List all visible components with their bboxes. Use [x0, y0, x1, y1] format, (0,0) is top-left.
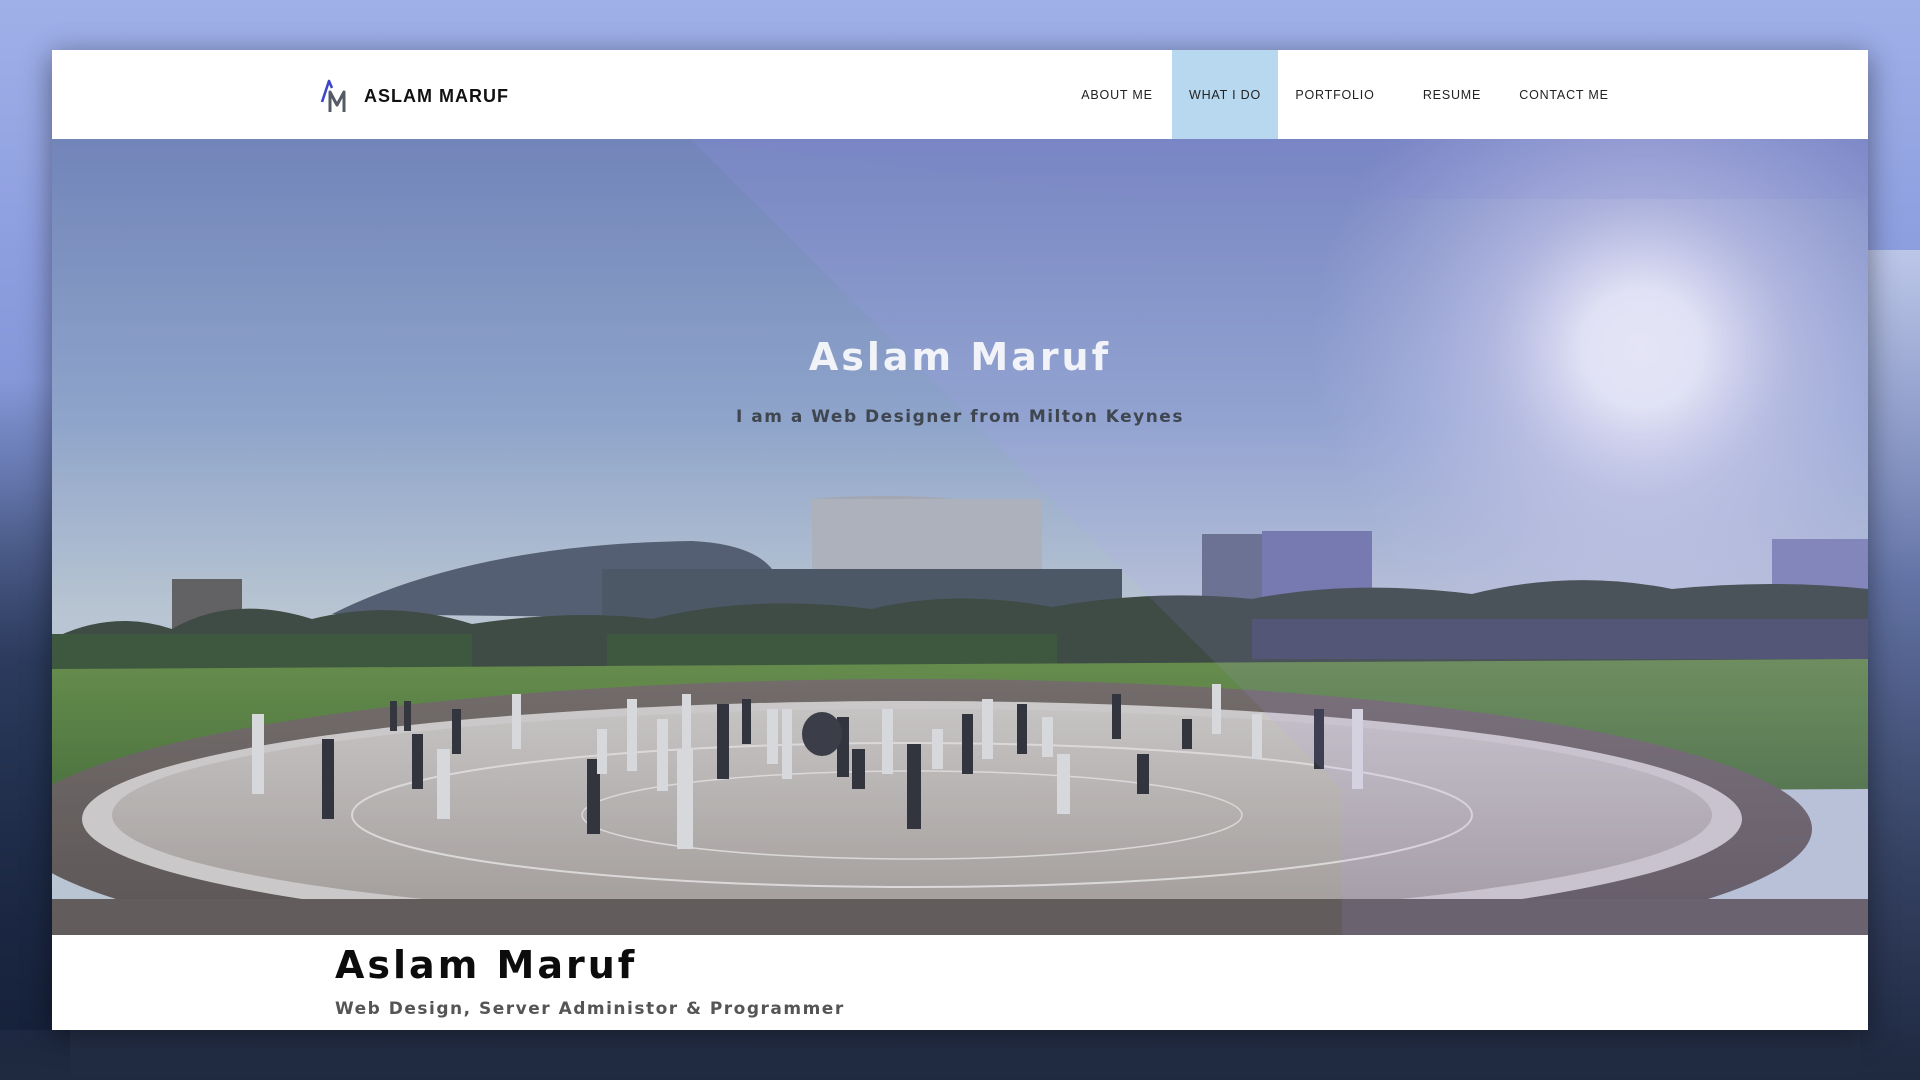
intro-role: Web Design, Server Administor & Programm… — [335, 999, 845, 1019]
nav-what-i-do[interactable]: WHAT I DO — [1172, 50, 1278, 139]
nav-portfolio[interactable]: PORTFOLIO — [1278, 50, 1392, 139]
nav-contact-me[interactable]: CONTACT ME — [1512, 50, 1616, 139]
nav-resume[interactable]: RESUME — [1392, 50, 1512, 139]
browser-page: ASLAM MARUF ABOUT ME WHAT I DO PORTFOLIO… — [52, 50, 1868, 1030]
main-nav: ABOUT ME WHAT I DO PORTFOLIO RESUME CONT… — [1062, 50, 1616, 139]
brand-name: ASLAM MARUF — [364, 85, 509, 106]
intro-strip: Aslam Maruf Web Design, Server Administo… — [52, 935, 1868, 1030]
brand[interactable]: ASLAM MARUF — [320, 78, 509, 114]
background-right-blur — [1860, 250, 1920, 1080]
hero-banner: Aslam Maruf I am a Web Designer from Mil… — [52, 139, 1868, 935]
hero-photo — [52, 139, 1868, 935]
am-monogram-icon — [320, 79, 346, 112]
nav-about-me[interactable]: ABOUT ME — [1062, 50, 1172, 139]
hero-title: Aslam Maruf — [808, 335, 1112, 379]
top-navbar: ASLAM MARUF ABOUT ME WHAT I DO PORTFOLIO… — [52, 50, 1868, 139]
background-bottom — [0, 1030, 1920, 1080]
intro-name: Aslam Maruf — [335, 943, 638, 987]
hero-subtitle: I am a Web Designer from Milton Keynes — [736, 407, 1184, 427]
